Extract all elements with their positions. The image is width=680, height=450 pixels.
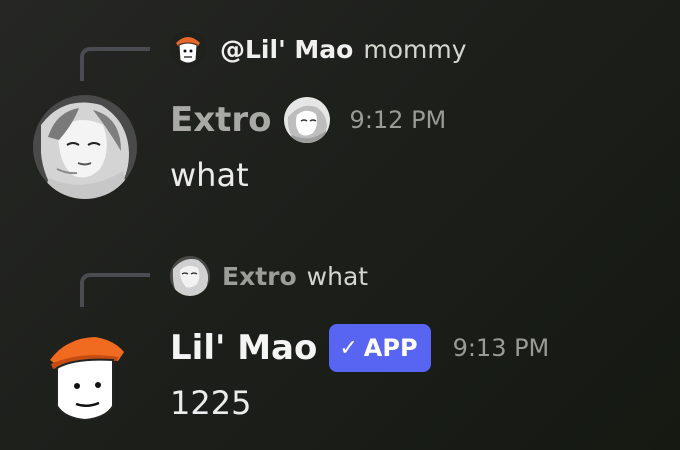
reply-spine	[80, 47, 150, 81]
reply-avatar[interactable]	[170, 256, 210, 296]
author-name[interactable]: Lil' Mao	[170, 328, 317, 368]
reply-text[interactable]: what	[307, 262, 368, 291]
message-lil-mao: Extro what Lil' Mao ✓ APP 9:13 PM 1225	[0, 230, 680, 450]
message-header: Extro 9:12 PM	[170, 96, 446, 144]
reply-author[interactable]: @Lil' Mao	[220, 35, 353, 64]
reply-author[interactable]: Extro	[222, 262, 297, 291]
message-extro: @Lil' Mao mommy Extro 9:12 PM what	[0, 0, 680, 220]
app-badge-label: APP	[363, 334, 418, 362]
reply-text[interactable]: mommy	[363, 35, 466, 64]
message-content: 1225	[170, 384, 252, 422]
app-badge: ✓ APP	[329, 324, 431, 372]
timestamp[interactable]: 9:12 PM	[350, 106, 447, 134]
reply-preview[interactable]: @Lil' Mao mommy	[170, 31, 467, 67]
reply-preview[interactable]: Extro what	[170, 256, 368, 296]
message-content: what	[170, 156, 249, 194]
avatar[interactable]	[33, 95, 137, 199]
message-header: Lil' Mao ✓ APP 9:13 PM	[170, 324, 549, 372]
author-name[interactable]: Extro	[170, 100, 272, 140]
timestamp[interactable]: 9:13 PM	[453, 334, 550, 362]
role-icon[interactable]	[283, 97, 330, 143]
avatar[interactable]	[33, 322, 137, 426]
reply-spine	[80, 273, 150, 307]
check-icon: ✓	[339, 335, 358, 361]
reply-avatar[interactable]	[170, 31, 206, 67]
